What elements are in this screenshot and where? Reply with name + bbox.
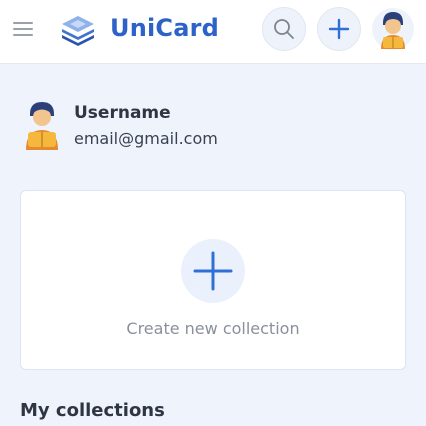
profile-email: email@gmail.com bbox=[74, 129, 218, 148]
profile-section: Username email@gmail.com bbox=[20, 100, 420, 160]
main-content: Username email@gmail.com Create new coll… bbox=[0, 64, 426, 426]
avatar bbox=[26, 102, 58, 150]
user-avatar-icon[interactable] bbox=[371, 7, 415, 51]
create-collection-label: Create new collection bbox=[126, 319, 300, 338]
top-app-bar: UniCard bbox=[0, 0, 426, 64]
profile-username: Username bbox=[74, 103, 171, 123]
search-button[interactable] bbox=[262, 7, 306, 51]
search-icon bbox=[274, 19, 294, 39]
stacked-cards-logo-icon bbox=[62, 16, 94, 46]
plus-icon bbox=[328, 18, 350, 40]
app-brand-name: UniCard bbox=[110, 14, 220, 42]
create-collection-card[interactable]: Create new collection bbox=[20, 190, 406, 370]
add-button[interactable] bbox=[317, 7, 361, 51]
my-collections-heading: My collections bbox=[20, 400, 165, 421]
create-collection-plus-icon bbox=[181, 239, 245, 303]
hamburger-menu-icon[interactable] bbox=[10, 17, 38, 41]
